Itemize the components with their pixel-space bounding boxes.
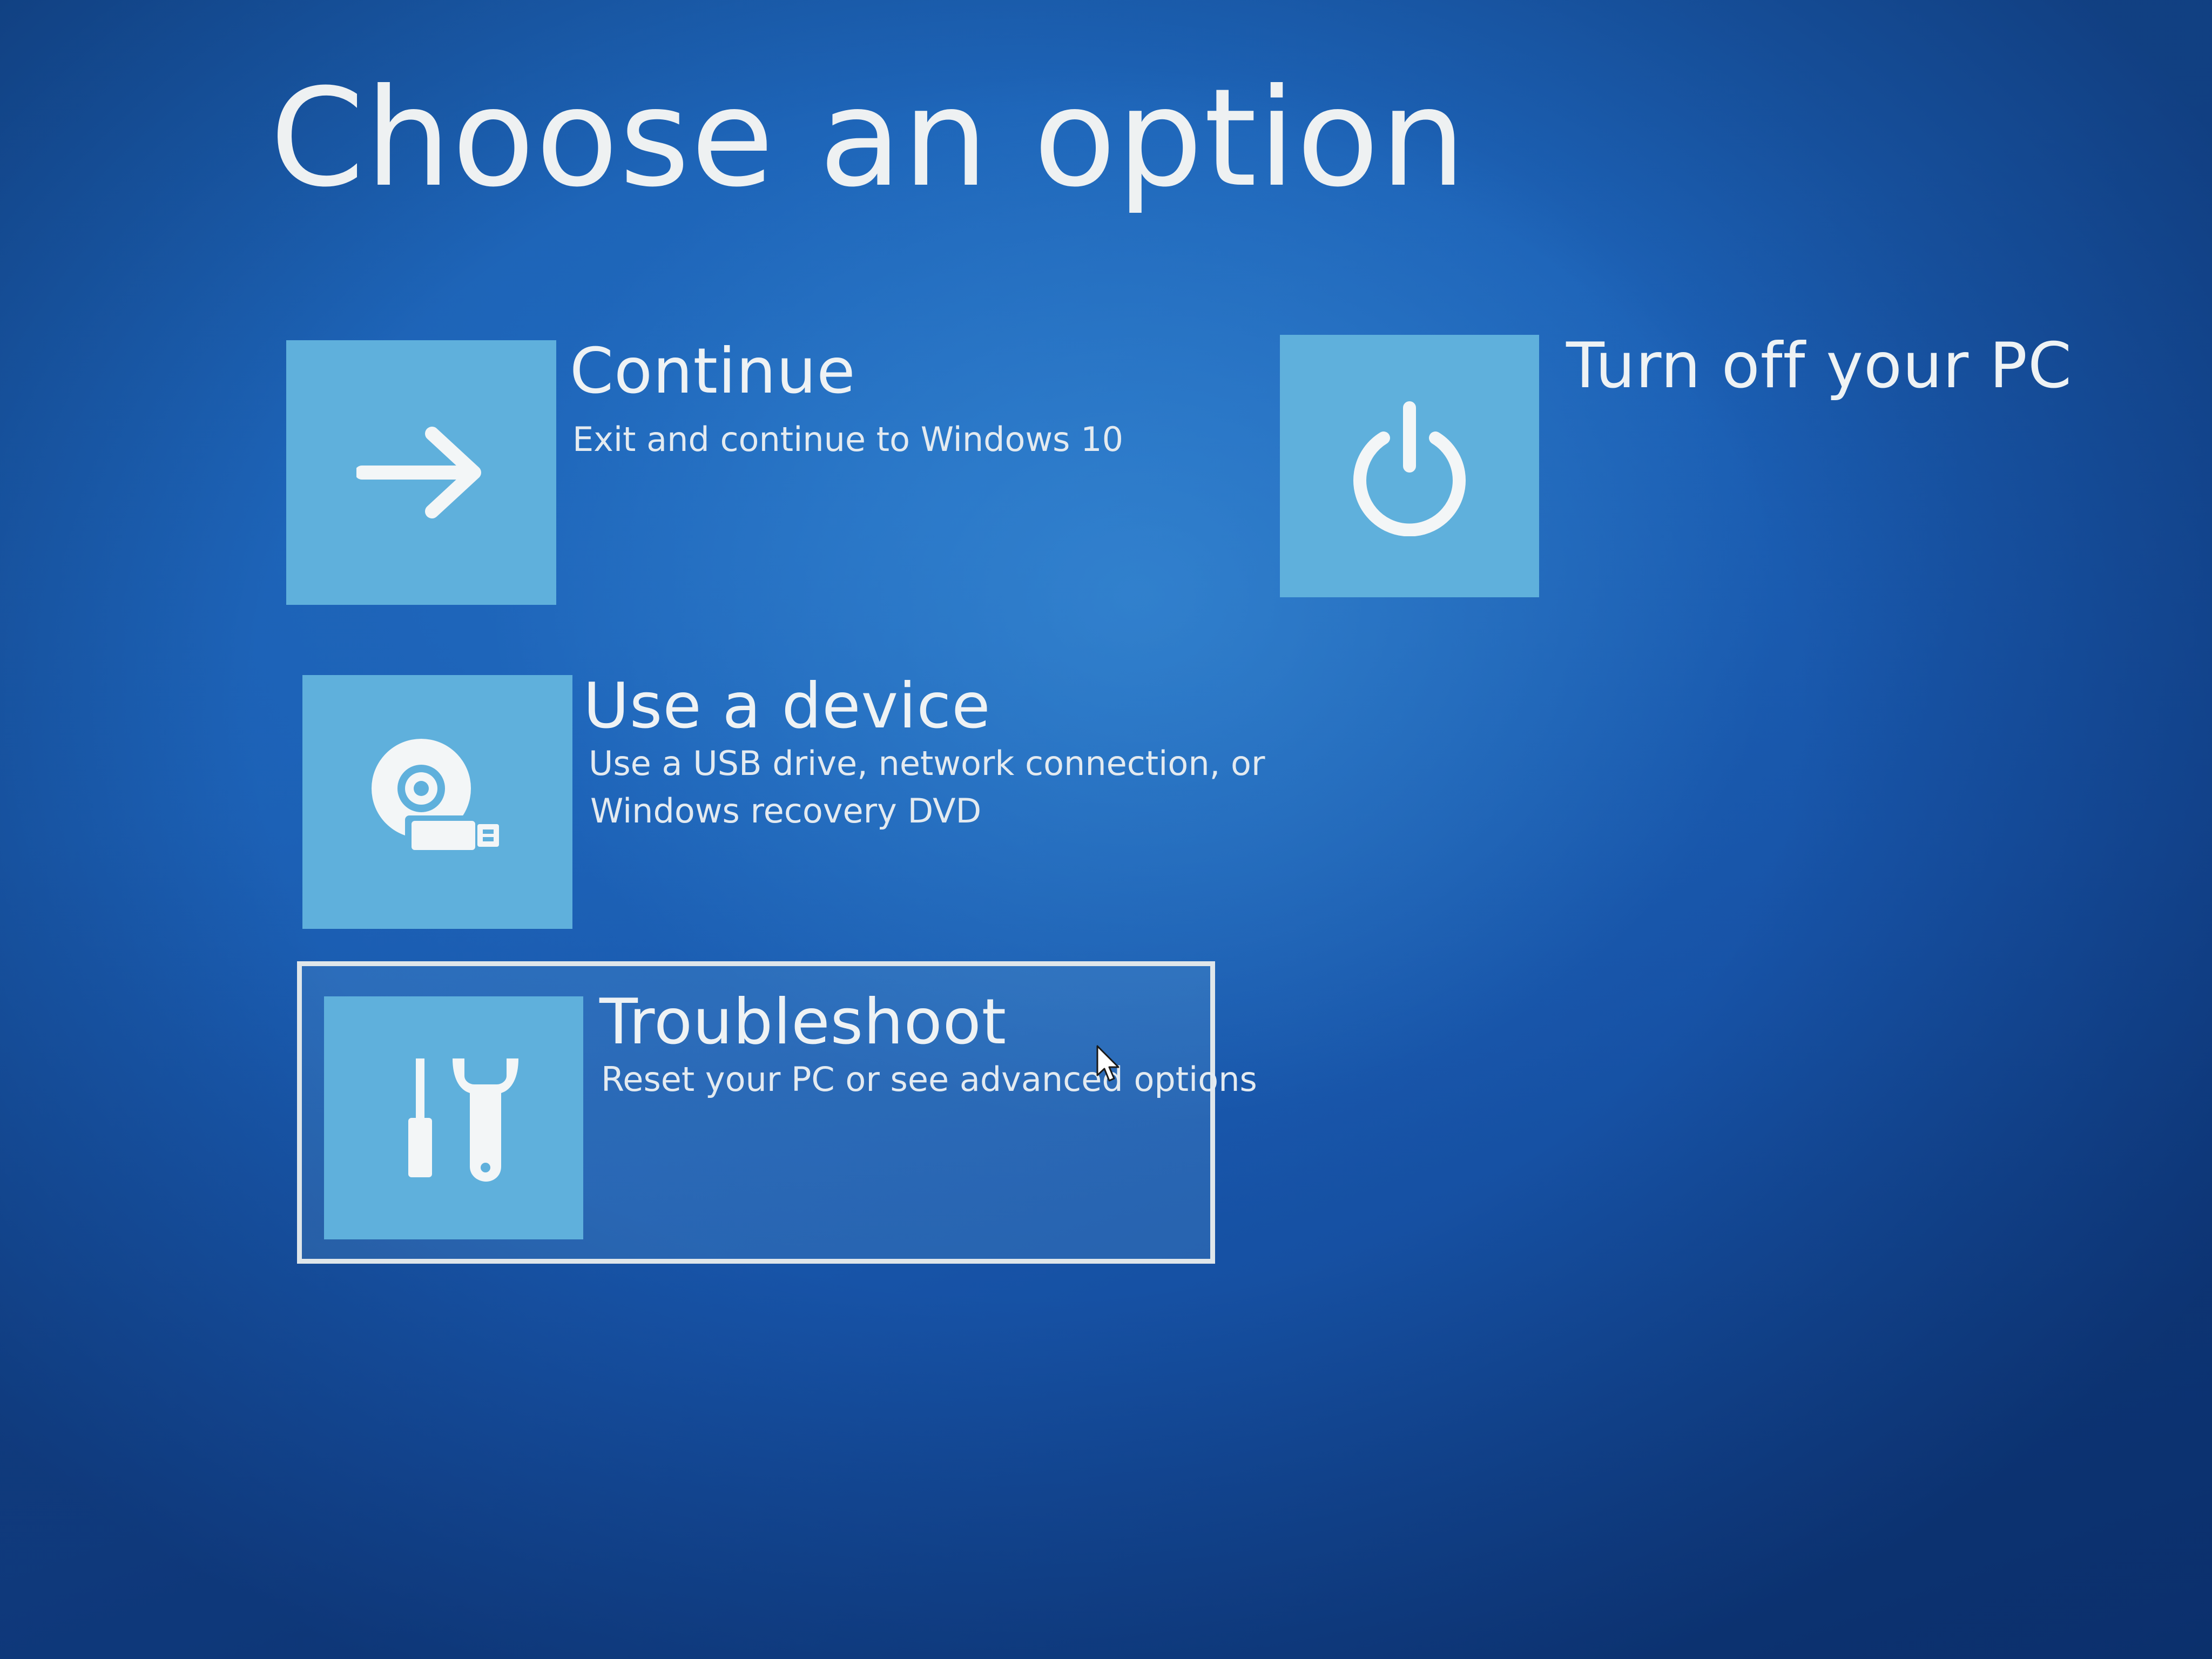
continue-tile[interactable] xyxy=(286,340,556,605)
use-device-description-line2: Windows recovery DVD xyxy=(590,791,982,831)
page-title: Choose an option xyxy=(270,59,1467,217)
arrow-right-icon xyxy=(356,427,481,518)
disc-usb-icon xyxy=(372,739,499,854)
use-device-tile[interactable] xyxy=(302,675,572,929)
turn-off-option[interactable]: Turn off your PC xyxy=(1280,329,2072,599)
turn-off-label: Turn off your PC xyxy=(1566,329,2072,402)
continue-description: Exit and continue to Windows 10 xyxy=(572,420,1124,459)
continue-label: Continue xyxy=(570,335,856,408)
power-icon xyxy=(1353,401,1466,536)
continue-option[interactable]: Continue Exit and continue to Windows 10 xyxy=(286,335,1123,605)
troubleshoot-option[interactable]: Troubleshoot Reset your PC or see advanc… xyxy=(324,986,1257,1245)
use-device-option[interactable]: Use a device Use a USB drive, network co… xyxy=(302,670,1265,929)
troubleshoot-tile[interactable] xyxy=(324,996,583,1239)
mouse-cursor xyxy=(1096,1045,1120,1083)
troubleshoot-label: Troubleshoot xyxy=(599,986,1007,1058)
pointer-cursor-icon xyxy=(1096,1045,1120,1082)
turn-off-tile[interactable] xyxy=(1280,335,1539,597)
tools-icon xyxy=(408,1058,518,1182)
use-device-label: Use a device xyxy=(583,670,991,743)
use-device-description-line1: Use a USB drive, network connection, or xyxy=(589,744,1265,783)
troubleshoot-description: Reset your PC or see advanced options xyxy=(601,1060,1257,1099)
